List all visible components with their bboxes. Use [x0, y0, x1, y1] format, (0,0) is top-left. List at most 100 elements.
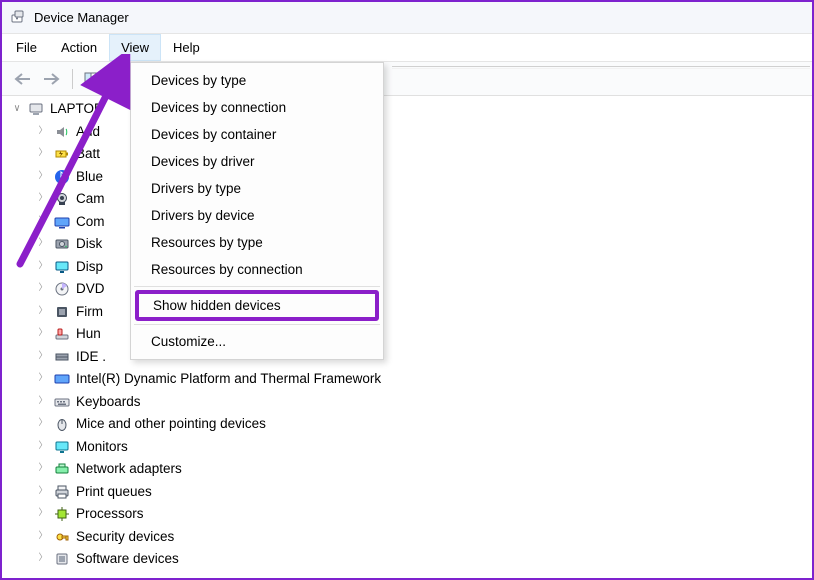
expand-icon[interactable]	[38, 503, 48, 526]
expand-icon[interactable]	[38, 548, 48, 571]
tree-item[interactable]: Print queues	[10, 481, 812, 504]
mon-icon	[54, 439, 70, 455]
tree-item[interactable]: Software devices	[10, 548, 812, 571]
tree-item-label: Monitors	[76, 436, 128, 459]
app-icon	[10, 10, 26, 26]
tree-root-label: LAPTOP	[50, 98, 103, 121]
soft-icon	[54, 551, 70, 567]
view-menu-dropdown: Devices by type Devices by connection De…	[130, 62, 384, 360]
menu-devices-by-container[interactable]: Devices by container	[133, 121, 381, 148]
tree-item-label: Cam	[76, 188, 105, 211]
toolbar: ?	[2, 62, 812, 96]
firm-icon	[54, 304, 70, 320]
menu-devices-by-type[interactable]: Devices by type	[133, 67, 381, 94]
toolbar-separator	[113, 69, 114, 89]
tree-item[interactable]: Intel(R) Dynamic Platform and Thermal Fr…	[10, 368, 812, 391]
menu-devices-by-driver[interactable]: Devices by driver	[133, 148, 381, 175]
tree-item-label: Com	[76, 211, 105, 234]
device-tree: LAPTOP Aud Batt Blue Cam Com Disk Disp D…	[2, 96, 812, 578]
expand-icon[interactable]	[38, 166, 48, 189]
tree-item[interactable]: Security devices	[10, 526, 812, 549]
menu-view[interactable]: View	[109, 34, 161, 61]
dvd-icon	[54, 281, 70, 297]
tree-item-label: Aud	[76, 121, 100, 144]
menu-separator	[134, 286, 380, 287]
tree-item-label: Intel(R) Dynamic Platform and Thermal Fr…	[76, 368, 381, 391]
title-bar: Device Manager	[2, 2, 812, 34]
tree-item[interactable]: Keyboards	[10, 391, 812, 414]
tree-item[interactable]: Network adapters	[10, 458, 812, 481]
expand-icon[interactable]	[38, 368, 48, 391]
tree-item-label: Processors	[76, 503, 144, 526]
menu-resources-by-connection[interactable]: Resources by connection	[133, 256, 381, 283]
cam-icon	[54, 191, 70, 207]
expand-icon[interactable]	[12, 98, 22, 121]
disp-icon	[54, 259, 70, 275]
toolbar-separator	[72, 69, 73, 89]
expand-icon[interactable]	[38, 391, 48, 414]
window-title: Device Manager	[34, 10, 129, 25]
tree-item-label: Disp	[76, 256, 103, 279]
expand-icon[interactable]	[38, 188, 48, 211]
menu-file[interactable]: File	[4, 34, 49, 61]
menu-drivers-by-type[interactable]: Drivers by type	[133, 175, 381, 202]
menu-drivers-by-device[interactable]: Drivers by device	[133, 202, 381, 229]
tree-item-label: DVD	[76, 278, 105, 301]
net-icon	[54, 461, 70, 477]
key-icon	[54, 394, 70, 410]
intel-icon	[54, 371, 70, 387]
tree-item-label: IDE .	[76, 346, 106, 369]
expand-icon[interactable]	[38, 233, 48, 256]
print-icon	[54, 484, 70, 500]
batt-icon	[54, 146, 70, 162]
expand-icon[interactable]	[38, 346, 48, 369]
expand-icon[interactable]	[38, 436, 48, 459]
expand-icon[interactable]	[38, 211, 48, 234]
tree-item[interactable]: Monitors	[10, 436, 812, 459]
expand-icon[interactable]	[38, 323, 48, 346]
disk-icon	[54, 236, 70, 252]
tree-header-rule	[392, 66, 810, 69]
tree-item-label: Disk	[76, 233, 102, 256]
blue-icon	[54, 169, 70, 185]
show-hide-tree-button[interactable]	[79, 66, 107, 92]
tree-item-label: Security devices	[76, 526, 174, 549]
tree-item[interactable]: Processors	[10, 503, 812, 526]
mouse-icon	[54, 416, 70, 432]
menu-action[interactable]: Action	[49, 34, 109, 61]
ide-icon	[54, 349, 70, 365]
expand-icon[interactable]	[38, 301, 48, 324]
expand-icon[interactable]	[38, 481, 48, 504]
sec-icon	[54, 529, 70, 545]
expand-icon[interactable]	[38, 458, 48, 481]
menu-show-hidden-devices[interactable]: Show hidden devices	[135, 290, 379, 321]
expand-icon[interactable]	[38, 256, 48, 279]
forward-button[interactable]	[38, 66, 66, 92]
tree-item-label: Software devices	[76, 548, 179, 571]
proc-icon	[54, 506, 70, 522]
tree-item-label: Keyboards	[76, 391, 141, 414]
computer-icon	[28, 101, 44, 117]
expand-icon[interactable]	[38, 413, 48, 436]
audio-icon	[54, 124, 70, 140]
expand-icon[interactable]	[38, 143, 48, 166]
tree-item-label: Hun	[76, 323, 101, 346]
com-icon	[54, 214, 70, 230]
menu-separator	[134, 324, 380, 325]
tree-item[interactable]: Mice and other pointing devices	[10, 413, 812, 436]
tree-item-label: Batt	[76, 143, 100, 166]
back-button[interactable]	[8, 66, 36, 92]
expand-icon[interactable]	[38, 121, 48, 144]
tree-item-label: Firm	[76, 301, 103, 324]
tree-item-label: Print queues	[76, 481, 152, 504]
menu-resources-by-type[interactable]: Resources by type	[133, 229, 381, 256]
menu-customize[interactable]: Customize...	[133, 328, 381, 355]
expand-icon[interactable]	[38, 526, 48, 549]
expand-icon[interactable]	[38, 278, 48, 301]
hum-icon	[54, 326, 70, 342]
menu-help[interactable]: Help	[161, 34, 212, 61]
tree-item-label: Network adapters	[76, 458, 182, 481]
menu-devices-by-connection[interactable]: Devices by connection	[133, 94, 381, 121]
menu-bar: File Action View Help	[2, 34, 812, 62]
tree-item-label: Mice and other pointing devices	[76, 413, 266, 436]
